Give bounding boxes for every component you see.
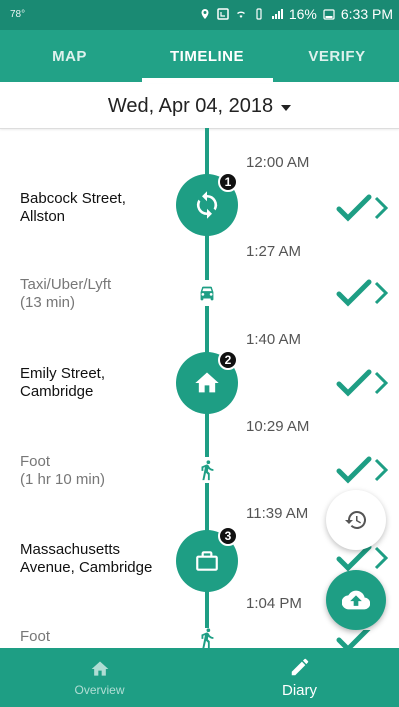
trip-mode: Taxi/Uber/Lyft — [20, 276, 112, 293]
history-icon — [345, 510, 367, 529]
status-time: 6:33 PM — [340, 6, 393, 22]
place-start-time: 11:39 AM — [246, 505, 309, 522]
cloud-upload-icon — [342, 590, 370, 610]
location-icon — [201, 9, 209, 19]
trip-mode-marker — [194, 628, 220, 648]
place-badge: 1 — [218, 172, 238, 192]
date-label: Wed, Apr 04, 2018 — [107, 94, 274, 117]
status-icons: 16% 6:33 PM — [199, 6, 393, 22]
vibrate-icon — [256, 8, 262, 20]
wifi-icon — [236, 11, 245, 18]
caret-down-icon — [281, 104, 292, 111]
status-temperature: 78° — [10, 9, 26, 20]
place-label[interactable]: Emily Street, Cambridge — [20, 365, 170, 401]
nav-diary-label: Diary — [281, 682, 317, 699]
place-start-time: 1:40 AM — [246, 331, 302, 348]
sync-icon — [196, 191, 218, 219]
briefcase-icon — [196, 551, 218, 571]
tab-verify[interactable]: VERIFY — [275, 30, 399, 82]
check-icon[interactable] — [336, 369, 372, 397]
trip-label[interactable]: Taxi/Uber/Lyft (13 min) — [20, 276, 111, 312]
nav-diary[interactable]: Diary — [200, 648, 399, 707]
check-icon[interactable] — [336, 630, 372, 648]
nfc-icon — [217, 8, 229, 20]
nav-overview[interactable]: Overview — [0, 648, 199, 707]
check-icon[interactable] — [336, 279, 372, 307]
trip-label[interactable]: Foot — [20, 628, 50, 646]
trip-mode: Foot — [20, 628, 51, 645]
verify-row[interactable] — [336, 455, 396, 485]
chevron-right-icon[interactable] — [374, 458, 388, 482]
battery-icon — [323, 9, 335, 20]
check-icon[interactable] — [336, 194, 372, 222]
place-end-time: 1:04 PM — [246, 595, 302, 612]
place-label[interactable]: Massachusetts Avenue, Cambridge — [20, 541, 170, 577]
signal-icon — [271, 9, 283, 19]
verify-row[interactable] — [336, 630, 396, 648]
home-icon — [91, 661, 108, 676]
verify-row[interactable] — [336, 368, 396, 398]
bottom-nav: Overview Diary — [0, 648, 399, 707]
trip-duration: (13 min) — [20, 294, 76, 311]
taxi-icon — [200, 286, 214, 301]
chevron-right-icon[interactable] — [374, 371, 388, 395]
place-badge: 2 — [218, 350, 238, 370]
trip-duration: (1 hr 10 min) — [20, 471, 106, 488]
status-bar: 78° 16% 6:33 PM — [0, 0, 399, 30]
nav-overview-label: Overview — [74, 682, 125, 697]
walk-icon — [201, 460, 214, 481]
chevron-right-icon[interactable] — [374, 281, 388, 305]
trip-label[interactable]: Foot (1 hr 10 min) — [20, 453, 105, 489]
place-end-time: 1:27 AM — [246, 243, 302, 260]
place-start-time: 12:00 AM — [246, 154, 310, 171]
date-selector[interactable]: Wed, Apr 04, 2018 — [0, 84, 399, 129]
place-badge: 3 — [218, 526, 238, 546]
trip-mode-marker — [194, 457, 220, 483]
walk-icon — [201, 628, 214, 648]
active-tab-indicator — [142, 78, 273, 82]
check-icon[interactable] — [336, 456, 372, 484]
top-tab-bar: MAP TIMELINE VERIFY — [0, 30, 399, 82]
verify-row[interactable] — [336, 278, 396, 308]
chevron-right-icon[interactable] — [374, 196, 388, 220]
trip-mode: Foot — [20, 453, 51, 470]
trip-mode-marker — [194, 280, 220, 306]
chevron-right-icon[interactable] — [374, 546, 388, 570]
place-end-time: 10:29 AM — [246, 418, 310, 435]
home-icon — [195, 372, 219, 393]
pencil-icon — [291, 658, 308, 676]
tab-timeline[interactable]: TIMELINE — [139, 30, 275, 82]
verify-row[interactable] — [336, 193, 396, 223]
battery-percent: 16% — [288, 6, 317, 22]
place-label[interactable]: Babcock Street, Allston — [20, 190, 170, 226]
tab-map[interactable]: MAP — [0, 30, 139, 82]
history-button[interactable] — [326, 490, 386, 550]
upload-button[interactable] — [326, 570, 386, 630]
